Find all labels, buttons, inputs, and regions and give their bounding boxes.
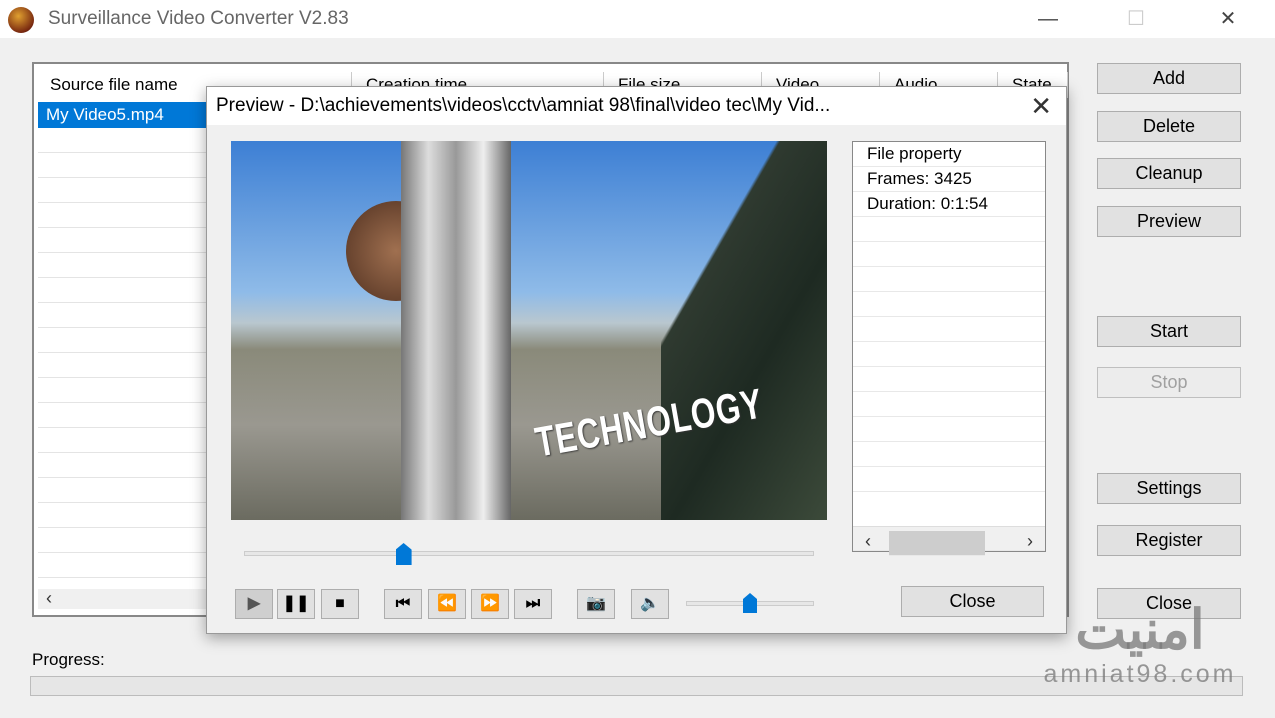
video-frame: TECHNOLOGY [231, 141, 827, 520]
add-button[interactable]: Add [1097, 63, 1241, 94]
seek-slider-thumb[interactable] [395, 543, 412, 565]
property-header: File property [853, 142, 1045, 167]
row-divider [38, 527, 208, 528]
row-divider [38, 427, 208, 428]
row-divider [38, 202, 208, 203]
watermark-logo: امنیت amniat98.com [1020, 600, 1260, 689]
watermark-arabic: امنیت [1075, 600, 1205, 660]
pause-icon: ❚❚ [282, 595, 310, 612]
row-divider [38, 252, 208, 253]
row-divider [38, 377, 208, 378]
horizontal-scrollbar[interactable]: ‹ [38, 588, 208, 609]
video-arm [661, 141, 827, 520]
delete-button[interactable]: Delete [1097, 111, 1241, 142]
row-divider [38, 477, 208, 478]
skip-start-icon: ⏮ [395, 595, 411, 612]
pause-button[interactable]: ❚❚ [277, 589, 315, 619]
register-button[interactable]: Register [1097, 525, 1241, 556]
dialog-title: Preview - D:\achievements\videos\cctv\am… [216, 95, 831, 116]
rewind-button[interactable]: ⏪ [428, 589, 466, 619]
app-title: Surveillance Video Converter V2.83 [48, 8, 349, 29]
scroll-right-icon[interactable]: › [1027, 529, 1033, 553]
property-duration: Duration: 0:1:54 [853, 192, 1045, 217]
close-window-button[interactable]: ✕ [1205, 4, 1251, 34]
volume-slider-thumb[interactable] [743, 593, 757, 613]
scroll-thumb[interactable] [889, 531, 985, 556]
progress-label: Progress: [32, 650, 105, 669]
play-button[interactable]: ▶ [235, 589, 273, 619]
first-frame-button[interactable]: ⏮ [384, 589, 422, 619]
row-divider [38, 277, 208, 278]
table-row[interactable]: My Video5.mp4 [38, 102, 208, 128]
app-logo-icon [8, 7, 34, 33]
speaker-icon: 🔈 [640, 595, 660, 612]
stop-button[interactable]: ■ [321, 589, 359, 619]
row-divider [38, 452, 208, 453]
last-frame-button[interactable]: ⏭ [514, 589, 552, 619]
row-divider [38, 177, 208, 178]
stop-icon: ■ [335, 595, 345, 612]
file-property-panel: File property Frames: 3425 Duration: 0:1… [852, 141, 1046, 556]
title-bar: Surveillance Video Converter V2.83 — ☐ ✕ [0, 0, 1275, 38]
rewind-icon: ⏪ [437, 595, 457, 612]
preview-button[interactable]: Preview [1097, 206, 1241, 237]
property-scrollbar[interactable]: ‹ › [853, 526, 1045, 556]
scroll-left-icon[interactable]: ‹ [865, 529, 871, 553]
snapshot-button[interactable]: 📷 [577, 589, 615, 619]
row-divider [38, 152, 208, 153]
row-divider [38, 402, 208, 403]
row-divider [38, 327, 208, 328]
settings-button[interactable]: Settings [1097, 473, 1241, 504]
watermark-site: amniat98.com [1043, 660, 1237, 688]
row-divider [38, 352, 208, 353]
property-frames: Frames: 3425 [853, 167, 1045, 192]
row-divider [38, 302, 208, 303]
play-icon: ▶ [247, 595, 261, 612]
mute-button[interactable]: 🔈 [631, 589, 669, 619]
video-pole [401, 141, 511, 520]
row-divider [38, 502, 208, 503]
cleanup-button[interactable]: Cleanup [1097, 158, 1241, 189]
start-button[interactable]: Start [1097, 316, 1241, 347]
row-divider [38, 227, 208, 228]
skip-end-icon: ⏭ [525, 595, 541, 612]
preview-dialog: Preview - D:\achievements\videos\cctv\am… [206, 86, 1067, 634]
minimize-button[interactable]: — [1025, 4, 1071, 34]
dialog-title-bar: Preview - D:\achievements\videos\cctv\am… [207, 87, 1066, 125]
fast-forward-button[interactable]: ⏩ [471, 589, 509, 619]
stop-button[interactable]: Stop [1097, 367, 1241, 398]
scroll-left-icon[interactable]: ‹ [46, 588, 52, 609]
row-divider [38, 577, 208, 578]
dialog-close-icon[interactable]: ✕ [1030, 91, 1052, 122]
fast-forward-icon: ⏩ [480, 595, 500, 612]
row-divider [38, 552, 208, 553]
seek-slider[interactable] [244, 551, 814, 556]
maximize-button[interactable]: ☐ [1113, 4, 1159, 34]
camera-icon: 📷 [586, 595, 606, 612]
